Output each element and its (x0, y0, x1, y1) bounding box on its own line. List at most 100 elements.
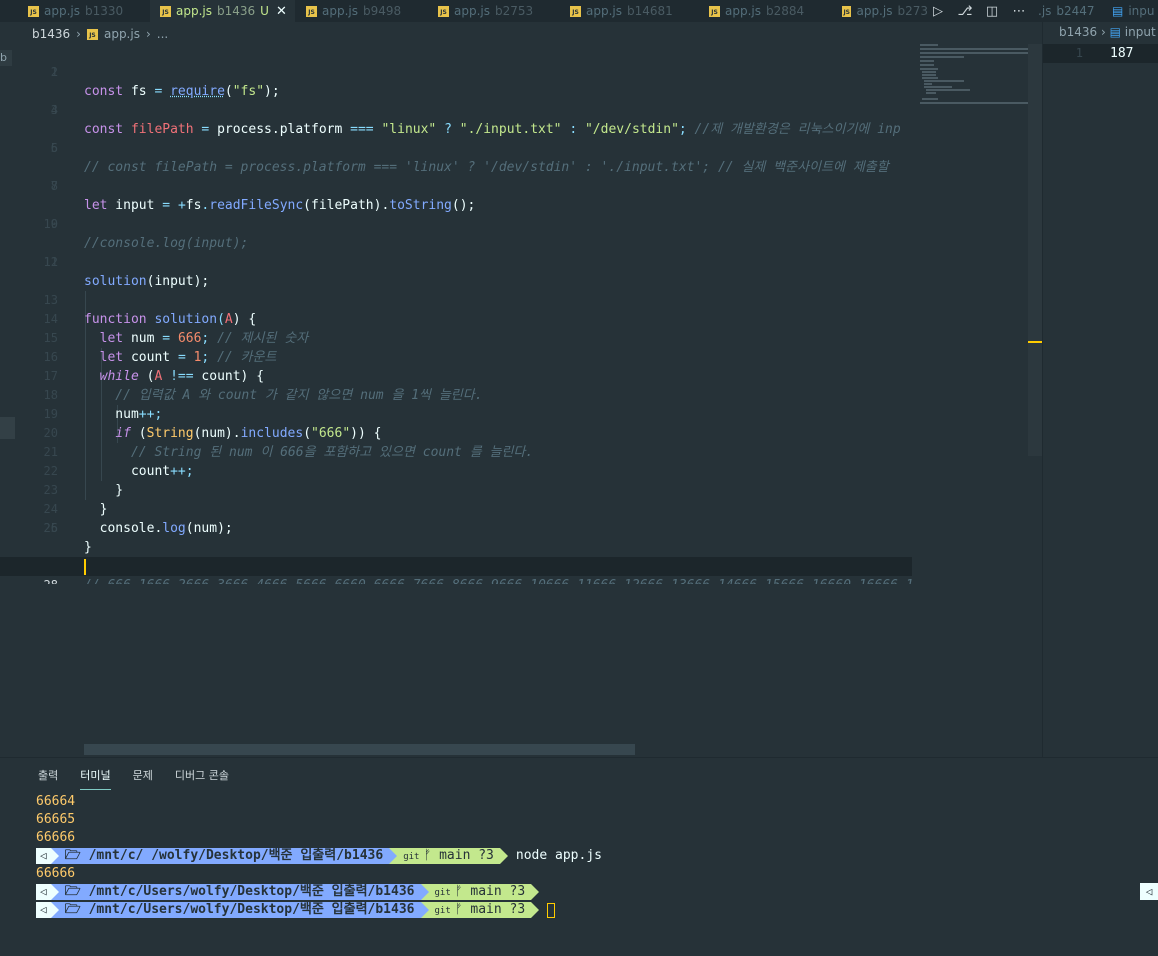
chevron-right-icon: › (1100, 25, 1106, 39)
code-line: 1 const fs = require("fs"); (50, 65, 280, 99)
code-line: 17 // 입력값 A 와 count 가 같지 않으면 num 을 1씩 늘린… (43, 369, 483, 403)
prompt-path: /mnt/c/Users/wolfy/Desktop/백준 입출력/b1436 (88, 884, 415, 899)
code-line: 15 let count = 1; // 카운트 (43, 331, 277, 365)
javascript-file-icon: JS (306, 5, 317, 17)
branch-icon: ᚠ (423, 848, 432, 863)
code-line: 24 console.log(num); (43, 502, 233, 536)
terminal-command: node app.js (515, 848, 602, 863)
code-line: 8 (50, 179, 58, 193)
code-line: 6 (50, 141, 58, 155)
code-line: 25 } (43, 521, 92, 555)
code-line: 12 (43, 255, 58, 269)
prompt-branch: main ?3 (470, 902, 526, 917)
code-line: 16 while (A !== count) { (43, 350, 265, 384)
code-line: 14 let num = 666; // 제시된 숫자 (43, 312, 309, 346)
code-line: 13 function solution(A) { (43, 293, 257, 327)
terminal[interactable]: 66664 66665 66666 ◁ 🗁 /mnt/c/ /wolfy/Des… (36, 793, 1146, 919)
tab-app-js-b1436[interactable]: JS app.js b1436 U ✕ (150, 0, 295, 22)
code-line-current: 28 (0, 557, 912, 584)
prompt-path: /mnt/c/Users/wolfy/Desktop/백준 입출력/b1436 (88, 902, 415, 917)
tab-output[interactable]: 출력 (38, 767, 58, 790)
code-line: 4 (50, 103, 58, 117)
breadcrumb-more[interactable]: ... (157, 27, 168, 41)
prompt-icon: ◁ (36, 848, 51, 864)
prompt-path: /mnt/c/ /wolfy/Desktop/백준 입출력/b1436 (88, 848, 384, 863)
tab-app-js-b14681[interactable]: JS app.js b14681 (570, 0, 673, 22)
javascript-file-icon: JS (438, 5, 449, 17)
code-line: 23 } (43, 483, 108, 517)
tab-input[interactable]: ▤ inpu (1112, 0, 1155, 22)
input-file-editor[interactable]: b1436 › ▤ input 1 187 (1042, 22, 1158, 757)
prompt-branch: main ?3 (470, 884, 526, 899)
file-icon: ▤ (1109, 25, 1121, 39)
shell-prompt: ◁ 🗁 /mnt/c/ /wolfy/Desktop/백준 입출력/b1436 … (36, 848, 508, 864)
panel-tabs: 출력 터미널 문제 디버그 콘솔 (38, 767, 251, 790)
terminal-output-line: 66664 (36, 794, 76, 809)
tab-app-js-b273[interactable]: JS app.js b273 (842, 0, 928, 22)
prompt-icon: ◁ (36, 902, 51, 918)
javascript-file-icon: JS (842, 5, 852, 17)
cursor-position-marker (1028, 341, 1042, 343)
git-icon: git (434, 888, 451, 898)
split-editor-icon[interactable]: ◫ (984, 4, 1000, 19)
chevron-right-icon: › (145, 27, 151, 41)
code-line: 19 if (String(num).includes("666")) { (43, 407, 382, 441)
vertical-scrollbar[interactable] (1028, 44, 1042, 456)
folder-icon: 🗁 (64, 902, 81, 917)
tab-debug-console[interactable]: 디버그 콘솔 (175, 767, 229, 790)
code-line: 10 (43, 217, 58, 231)
terminal-output-line: 66666 (36, 830, 76, 845)
editor-actions: ▷ ⎇ ◫ ⋯ (930, 0, 1027, 22)
breadcrumb-file[interactable]: app.js (104, 27, 140, 41)
folder-icon: 🗁 (64, 848, 81, 863)
javascript-file-icon: JS (709, 5, 720, 17)
more-actions-icon[interactable]: ⋯ (1011, 4, 1027, 19)
file-icon: ▤ (1112, 4, 1124, 18)
code-line: 11 solution(input); (43, 255, 210, 289)
code-line: 2 (50, 65, 58, 79)
code-line: 22 } (43, 464, 124, 498)
code-line: 27 // 666 1666 2666 3666 4666 5666 6660 … (0, 538, 912, 584)
horizontal-scrollbar[interactable] (84, 744, 635, 755)
git-icon: git (434, 906, 451, 916)
javascript-file-icon: JS (570, 5, 581, 17)
breadcrumb-folder[interactable]: b1436 (32, 27, 70, 41)
terminal-output-line: 66666 (36, 866, 76, 881)
git-icon: git (403, 852, 420, 862)
javascript-file-icon: JS (86, 28, 98, 40)
close-icon[interactable]: ✕ (276, 4, 287, 19)
tab-problems[interactable]: 문제 (133, 767, 153, 790)
tab-app-js-b2447[interactable]: .js b2447 (1038, 0, 1095, 22)
text-cursor (84, 559, 86, 575)
code-line: 7 let input = +fs.readFileSync(filePath)… (50, 179, 476, 213)
javascript-file-icon: JS (28, 5, 39, 17)
prompt-icon: ◁ (36, 884, 51, 900)
javascript-file-icon: JS (160, 5, 171, 17)
code-line: 3 const filePath = process.platform === … (50, 103, 901, 137)
chevron-right-icon: › (76, 27, 81, 41)
terminal-cursor (547, 902, 556, 918)
shell-prompt: ◁ 🗁 /mnt/c/Users/wolfy/Desktop/백준 입출력/b1… (36, 902, 540, 918)
tab-app-js-b2753[interactable]: JS app.js b2753 (438, 0, 533, 22)
tab-app-js-b2884[interactable]: JS app.js b2884 (709, 0, 804, 22)
branch-icon: ᚠ (454, 884, 463, 899)
code-line: 21 count++; (43, 445, 194, 479)
breadcrumb: b1436 › ▤ input (1059, 25, 1156, 39)
minimap[interactable] (920, 44, 1030, 104)
editor-tab-bar: JS app.js b1330 JS app.js b1436 U ✕ JS a… (0, 0, 1158, 22)
tab-terminal[interactable]: 터미널 (80, 767, 111, 790)
shell-prompt: ◁ 🗁 /mnt/c/Users/wolfy/Desktop/백준 입출력/b1… (36, 884, 540, 900)
prompt-icon: ◁ (1140, 883, 1158, 900)
bottom-panel: 출력 터미널 문제 디버그 콘솔 66664 66665 66666 ◁ 🗁 /… (0, 757, 1158, 956)
tab-app-js-b9498[interactable]: JS app.js b9498 (306, 0, 401, 22)
breadcrumb: b1436 › JS app.js › ... (32, 25, 168, 43)
code-line: 26 (43, 521, 58, 535)
compare-changes-icon[interactable]: ⎇ (957, 4, 973, 19)
tab-app-js-b1330[interactable]: JS app.js b1330 (28, 0, 123, 22)
code-line: 18 num++; (43, 388, 163, 422)
run-icon[interactable]: ▷ (930, 4, 946, 19)
code-line-current: 1 187 (1043, 44, 1158, 63)
code-editor[interactable]: 1 const fs = require("fs"); 2 3 const fi… (0, 44, 912, 584)
prompt-branch: main ?3 (439, 848, 494, 863)
folder-icon: 🗁 (64, 884, 81, 899)
